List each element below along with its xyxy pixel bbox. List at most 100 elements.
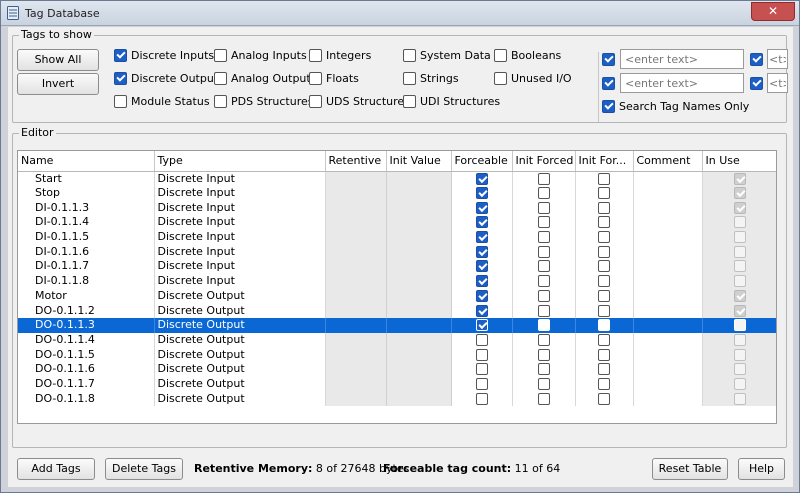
- cell-name[interactable]: DO-0.1.1.6: [18, 361, 155, 377]
- filter-analog-outputs[interactable]: Analog Outputs: [214, 70, 316, 86]
- col-init-forced[interactable]: Init Forced: [512, 151, 576, 172]
- table-row[interactable]: DI-0.1.1.6 Discrete Input: [18, 244, 776, 260]
- cell-init-forced[interactable]: [512, 391, 576, 406]
- checkbox[interactable]: [602, 76, 615, 90]
- table-row[interactable]: DO-0.1.1.7 Discrete Output: [18, 376, 776, 392]
- search-names-only[interactable]: Search Tag Names Only: [602, 98, 749, 114]
- cell-comment[interactable]: [633, 259, 703, 274]
- cell-init-force-value[interactable]: [575, 288, 634, 304]
- checkbox[interactable]: [403, 94, 416, 108]
- forceable-checkbox[interactable]: [475, 231, 488, 244]
- checkbox[interactable]: [403, 48, 416, 62]
- cell-init-force-value[interactable]: [575, 361, 634, 377]
- cell-name[interactable]: DO-0.1.1.7: [18, 376, 155, 392]
- forceable-checkbox[interactable]: [475, 172, 488, 185]
- cell-comment[interactable]: [633, 303, 703, 318]
- init-force-value-checkbox[interactable]: [598, 187, 610, 200]
- init-forced-checkbox[interactable]: [537, 319, 550, 332]
- col-in-use[interactable]: In Use: [702, 151, 776, 172]
- cell-init-force-value[interactable]: [575, 376, 634, 392]
- cell-name[interactable]: DO-0.1.1.3: [18, 317, 155, 333]
- init-force-value-checkbox[interactable]: [598, 172, 610, 185]
- init-forced-checkbox[interactable]: [537, 348, 550, 361]
- cell-forceable[interactable]: [451, 215, 513, 230]
- col-retentive[interactable]: Retentive: [325, 151, 387, 172]
- cell-name[interactable]: DI-0.1.1.6: [18, 244, 155, 260]
- filter-module-status[interactable]: Module Status: [114, 93, 210, 109]
- cell-init-forced[interactable]: [512, 273, 576, 289]
- cell-comment[interactable]: [633, 185, 703, 201]
- filter-strings[interactable]: Strings: [403, 70, 459, 86]
- init-forced-checkbox[interactable]: [537, 377, 550, 390]
- delete-tags-button[interactable]: Delete Tags: [105, 458, 183, 480]
- forceable-checkbox[interactable]: [475, 275, 488, 288]
- forceable-checkbox[interactable]: [475, 289, 488, 302]
- cell-forceable[interactable]: [451, 332, 513, 348]
- cell-forceable[interactable]: [451, 244, 513, 260]
- cell-init-force-value[interactable]: [575, 347, 634, 362]
- cell-comment[interactable]: [633, 361, 703, 377]
- cell-comment[interactable]: [633, 229, 703, 245]
- col-init-force-value[interactable]: Init For...: [575, 151, 634, 172]
- cell-name[interactable]: Start: [18, 171, 155, 186]
- search-2-type-enable[interactable]: [750, 75, 767, 91]
- forceable-checkbox[interactable]: [475, 363, 488, 376]
- checkbox[interactable]: [309, 48, 322, 62]
- checkbox[interactable]: [114, 71, 127, 85]
- cell-name[interactable]: DI-0.1.1.7: [18, 259, 155, 274]
- cell-forceable[interactable]: [451, 273, 513, 289]
- search-text-1[interactable]: [620, 49, 744, 69]
- table-row[interactable]: DO-0.1.1.4 Discrete Output: [18, 332, 776, 348]
- cell-comment[interactable]: [633, 200, 703, 216]
- col-init-value[interactable]: Init Value: [386, 151, 452, 172]
- cell-comment[interactable]: [633, 215, 703, 230]
- checkbox[interactable]: [214, 71, 227, 85]
- filter-unused-io[interactable]: Unused I/O: [494, 70, 572, 86]
- forceable-checkbox[interactable]: [475, 333, 488, 346]
- filter-discrete-inputs[interactable]: Discrete Inputs: [114, 47, 214, 63]
- search-2-enable[interactable]: [602, 75, 619, 91]
- init-forced-checkbox[interactable]: [537, 172, 550, 185]
- checkbox[interactable]: [602, 52, 615, 66]
- cell-init-force-value[interactable]: [575, 391, 634, 406]
- table-row[interactable]: DI-0.1.1.8 Discrete Input: [18, 273, 776, 289]
- cell-forceable[interactable]: [451, 185, 513, 201]
- init-forced-checkbox[interactable]: [537, 333, 550, 346]
- cell-init-forced[interactable]: [512, 229, 576, 245]
- checkbox[interactable]: [750, 52, 763, 66]
- col-comment[interactable]: Comment: [633, 151, 703, 172]
- checkbox[interactable]: [214, 48, 227, 62]
- cell-forceable[interactable]: [451, 259, 513, 274]
- cell-name[interactable]: DI-0.1.1.5: [18, 229, 155, 245]
- cell-name[interactable]: DO-0.1.1.4: [18, 332, 155, 348]
- cell-init-forced[interactable]: [512, 215, 576, 230]
- checkbox[interactable]: [114, 94, 127, 108]
- cell-forceable[interactable]: [451, 317, 513, 333]
- init-forced-checkbox[interactable]: [537, 201, 550, 214]
- filter-analog-inputs[interactable]: Analog Inputs: [214, 47, 307, 63]
- table-row[interactable]: DO-0.1.1.2 Discrete Output: [18, 303, 776, 318]
- filter-pds-structures[interactable]: PDS Structures: [214, 93, 313, 109]
- cell-init-forced[interactable]: [512, 376, 576, 392]
- forceable-checkbox[interactable]: [475, 201, 488, 214]
- init-forced-checkbox[interactable]: [537, 231, 550, 244]
- table-row[interactable]: DI-0.1.1.4 Discrete Input: [18, 215, 776, 230]
- cell-init-force-value[interactable]: [575, 215, 634, 230]
- forceable-checkbox[interactable]: [475, 216, 488, 229]
- cell-forceable[interactable]: [451, 288, 513, 304]
- init-force-value-checkbox[interactable]: [598, 260, 610, 273]
- cell-forceable[interactable]: [451, 391, 513, 406]
- cell-forceable[interactable]: [451, 347, 513, 362]
- init-force-value-checkbox[interactable]: [598, 275, 610, 288]
- cell-init-force-value[interactable]: [575, 244, 634, 260]
- search-type-1[interactable]: [767, 49, 788, 69]
- cell-name[interactable]: DO-0.1.1.2: [18, 303, 155, 318]
- cell-name[interactable]: DI-0.1.1.4: [18, 215, 155, 230]
- cell-init-forced[interactable]: [512, 185, 576, 201]
- cell-init-forced[interactable]: [512, 259, 576, 274]
- invert-button[interactable]: Invert: [17, 73, 99, 95]
- show-all-button[interactable]: Show All: [17, 49, 99, 71]
- forceable-checkbox[interactable]: [475, 260, 488, 273]
- search-text-2[interactable]: [620, 73, 744, 93]
- cell-comment[interactable]: [633, 376, 703, 392]
